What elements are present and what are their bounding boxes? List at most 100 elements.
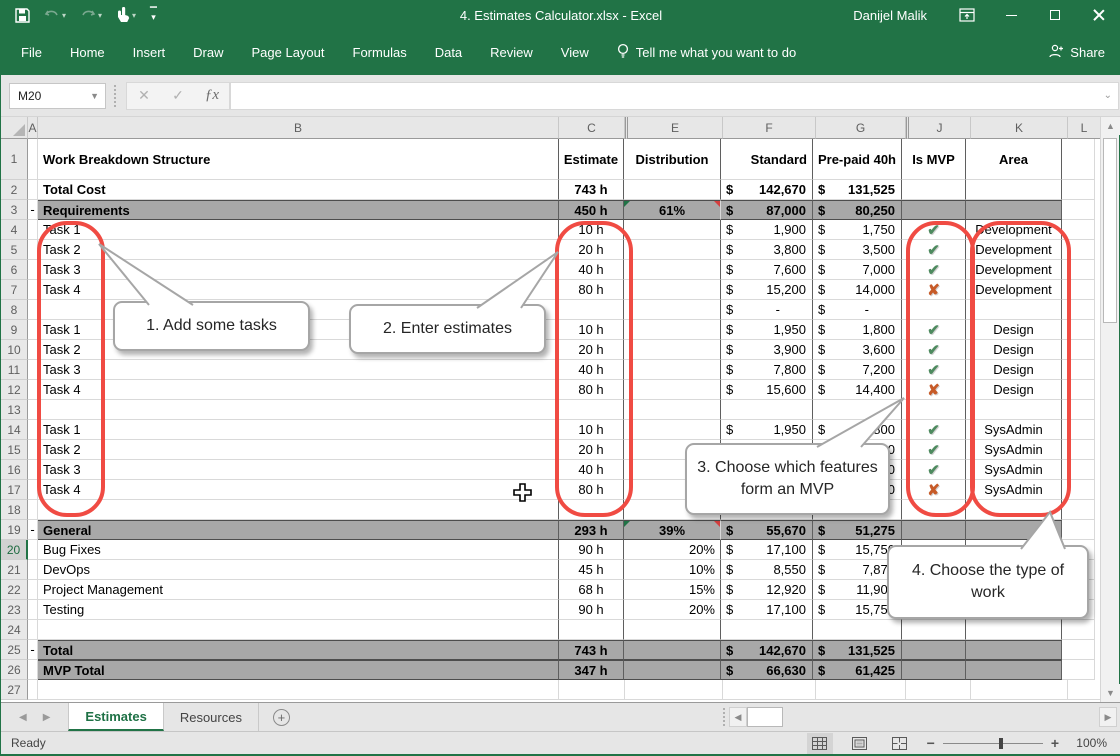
row-header-23[interactable]: 23 [1,600,28,620]
cell-L12[interactable] [1062,380,1095,400]
cell-G3[interactable]: $80,250 [812,200,902,220]
cell-C11[interactable]: 40 h [558,360,624,380]
tab-data[interactable]: Data [423,39,474,66]
cell-B20[interactable]: Bug Fixes [38,540,559,560]
page-break-preview-icon[interactable] [887,733,913,754]
tab-draw[interactable]: Draw [181,39,235,66]
cell-K26[interactable] [965,660,1062,680]
cell-B15[interactable]: Task 2 [38,440,559,460]
column-header-F[interactable]: F [723,117,816,139]
cell-J19[interactable] [901,520,966,540]
row-header-7[interactable]: 7 [1,280,28,300]
cell-L27[interactable] [1068,680,1101,700]
cell-J8[interactable] [901,300,966,320]
cell-E14[interactable] [623,420,721,440]
cell-L6[interactable] [1062,260,1095,280]
cell-L16[interactable] [1062,460,1095,480]
cell-K10[interactable]: Design [965,340,1062,360]
cell-B3[interactable]: Requirements [38,200,559,220]
cell-K14[interactable]: SysAdmin [965,420,1062,440]
cell-C9[interactable]: 10 h [558,320,624,340]
cell-G10[interactable]: $3,600 [812,340,902,360]
cell-J6[interactable]: ✔ [901,260,966,280]
row-header-21[interactable]: 21 [1,560,28,580]
name-box-dropdown-icon[interactable]: ▼ [90,91,99,101]
cell-A12[interactable] [28,380,38,400]
column-header-C[interactable]: C [559,117,625,139]
sheet-nav-left-icon[interactable]: ◀ [19,712,27,723]
cell-J14[interactable]: ✔ [901,420,966,440]
cell-F7[interactable]: $15,200 [720,280,813,300]
vertical-scrollbar[interactable]: ▲ ▼ [1100,117,1119,702]
column-header-B[interactable]: B [38,117,559,139]
cell-C19[interactable]: 293 h [558,520,624,540]
vertical-scroll-thumb[interactable] [1103,138,1117,323]
cell-E5[interactable] [623,240,721,260]
cell-F16[interactable]: $7,800 [720,460,813,480]
cell-B24[interactable] [38,620,559,640]
cell-G18[interactable] [812,500,902,520]
cell-A22[interactable] [28,580,38,600]
column-header-J[interactable]: J [906,117,971,139]
cell-C15[interactable]: 20 h [558,440,624,460]
cell-J10[interactable]: ✔ [901,340,966,360]
cell-J9[interactable]: ✔ [901,320,966,340]
cell-K22[interactable] [965,580,1062,600]
redo-icon[interactable]: ▾ [80,9,102,22]
cell-C25[interactable]: 743 h [558,640,624,660]
cell-J23[interactable] [901,600,966,620]
cell-L17[interactable] [1062,480,1095,500]
cell-A4[interactable] [28,220,38,240]
user-account[interactable]: Danijel Malik [853,8,927,23]
cell-B22[interactable]: Project Management [38,580,559,600]
cell-G5[interactable]: $3,500 [812,240,902,260]
page-layout-view-icon[interactable] [847,733,873,754]
cell-L20[interactable] [1062,540,1095,560]
cell-C14[interactable]: 10 h [558,420,624,440]
cell-E9[interactable] [623,320,721,340]
cell-B19[interactable]: General [38,520,559,540]
cell-B25[interactable]: Total [38,640,559,660]
column-header-L[interactable]: L [1068,117,1101,139]
sheet-nav-right-icon[interactable]: ▶ [43,712,51,723]
cell-A23[interactable] [28,600,38,620]
row-header-17[interactable]: 17 [1,480,28,500]
cell-K23[interactable] [965,600,1062,620]
cell-C8[interactable] [558,300,624,320]
cell-K13[interactable] [965,400,1062,420]
scroll-up-icon[interactable]: ▲ [1101,117,1120,135]
cell-E16[interactable] [623,460,721,480]
formula-input[interactable]: ⌄ [230,82,1119,110]
cell-J12[interactable]: ✘ [901,380,966,400]
cell-C1[interactable]: Estimate [558,139,624,180]
cell-B2[interactable]: Total Cost [38,180,559,200]
cell-C7[interactable]: 80 h [558,280,624,300]
cell-E20[interactable]: 20% [623,540,721,560]
normal-view-icon[interactable] [807,733,833,754]
cell-E26[interactable] [623,660,721,680]
cell-C13[interactable] [558,400,624,420]
tab-review[interactable]: Review [478,39,545,66]
cell-F10[interactable]: $3,900 [720,340,813,360]
cell-G7[interactable]: $14,000 [812,280,902,300]
cell-K25[interactable] [965,640,1062,660]
cell-F18[interactable] [720,500,813,520]
cell-A10[interactable] [28,340,38,360]
cell-B18[interactable] [38,500,559,520]
cell-A15[interactable] [28,440,38,460]
cell-F12[interactable]: $15,600 [720,380,813,400]
cell-F17[interactable]: $15,600 [720,480,813,500]
cell-F1[interactable]: Standard [720,139,813,180]
row-header-20[interactable]: 20 [1,540,28,560]
cell-G14[interactable]: $1,800 [812,420,902,440]
new-sheet-button[interactable]: + [273,703,290,731]
cell-G1[interactable]: Pre-paid 40h [812,139,902,180]
cell-L23[interactable] [1062,600,1095,620]
cell-E4[interactable] [623,220,721,240]
cell-L1[interactable] [1062,139,1095,180]
cell-E1[interactable]: Distribution [623,139,721,180]
cell-K5[interactable]: Development [965,240,1062,260]
zoom-out-icon[interactable]: − [927,735,935,751]
cell-C16[interactable]: 40 h [558,460,624,480]
cell-J26[interactable] [901,660,966,680]
